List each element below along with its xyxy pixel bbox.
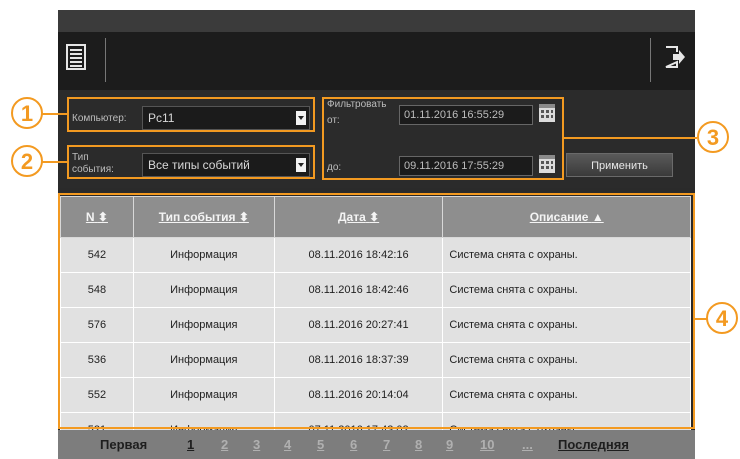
callout-line-2 bbox=[42, 161, 68, 163]
callout-2: 2 bbox=[11, 145, 43, 177]
page-link-10[interactable]: 10 bbox=[480, 437, 494, 452]
page-link-3[interactable]: 3 bbox=[253, 437, 260, 452]
highlight-computer-filter bbox=[67, 97, 315, 132]
callout-4: 4 bbox=[706, 302, 738, 334]
highlight-events-table bbox=[58, 193, 695, 429]
logout-icon[interactable] bbox=[664, 45, 686, 69]
more-pages-link[interactable]: ... bbox=[522, 437, 533, 452]
page-link-5[interactable]: 5 bbox=[317, 437, 324, 452]
callout-3: 3 bbox=[697, 121, 729, 153]
toolbar-separator bbox=[105, 38, 106, 82]
list-menu-icon[interactable] bbox=[66, 44, 86, 70]
highlight-event-type-filter bbox=[67, 145, 315, 179]
page-link-2[interactable]: 2 bbox=[221, 437, 228, 452]
page-link-1[interactable]: 1 bbox=[187, 437, 194, 452]
highlight-date-filter bbox=[322, 97, 564, 180]
toolbar bbox=[58, 32, 695, 90]
apply-button[interactable]: Применить bbox=[566, 153, 673, 177]
toolbar-separator bbox=[650, 38, 651, 82]
page-link-9[interactable]: 9 bbox=[446, 437, 453, 452]
callout-line-1 bbox=[42, 113, 68, 115]
last-page-link[interactable]: Последняя bbox=[558, 437, 629, 452]
first-page-link[interactable]: Первая bbox=[100, 437, 147, 452]
page-link-8[interactable]: 8 bbox=[415, 437, 422, 452]
top-strip bbox=[58, 0, 695, 10]
callout-line-3 bbox=[563, 137, 697, 139]
page-link-7[interactable]: 7 bbox=[383, 437, 390, 452]
pagination: Первая 1 2 3 4 5 6 7 8 9 10 ... Последня… bbox=[58, 430, 695, 459]
title-bar bbox=[58, 10, 695, 32]
callout-1: 1 bbox=[11, 97, 43, 129]
page-link-6[interactable]: 6 bbox=[350, 437, 357, 452]
page-link-4[interactable]: 4 bbox=[284, 437, 291, 452]
